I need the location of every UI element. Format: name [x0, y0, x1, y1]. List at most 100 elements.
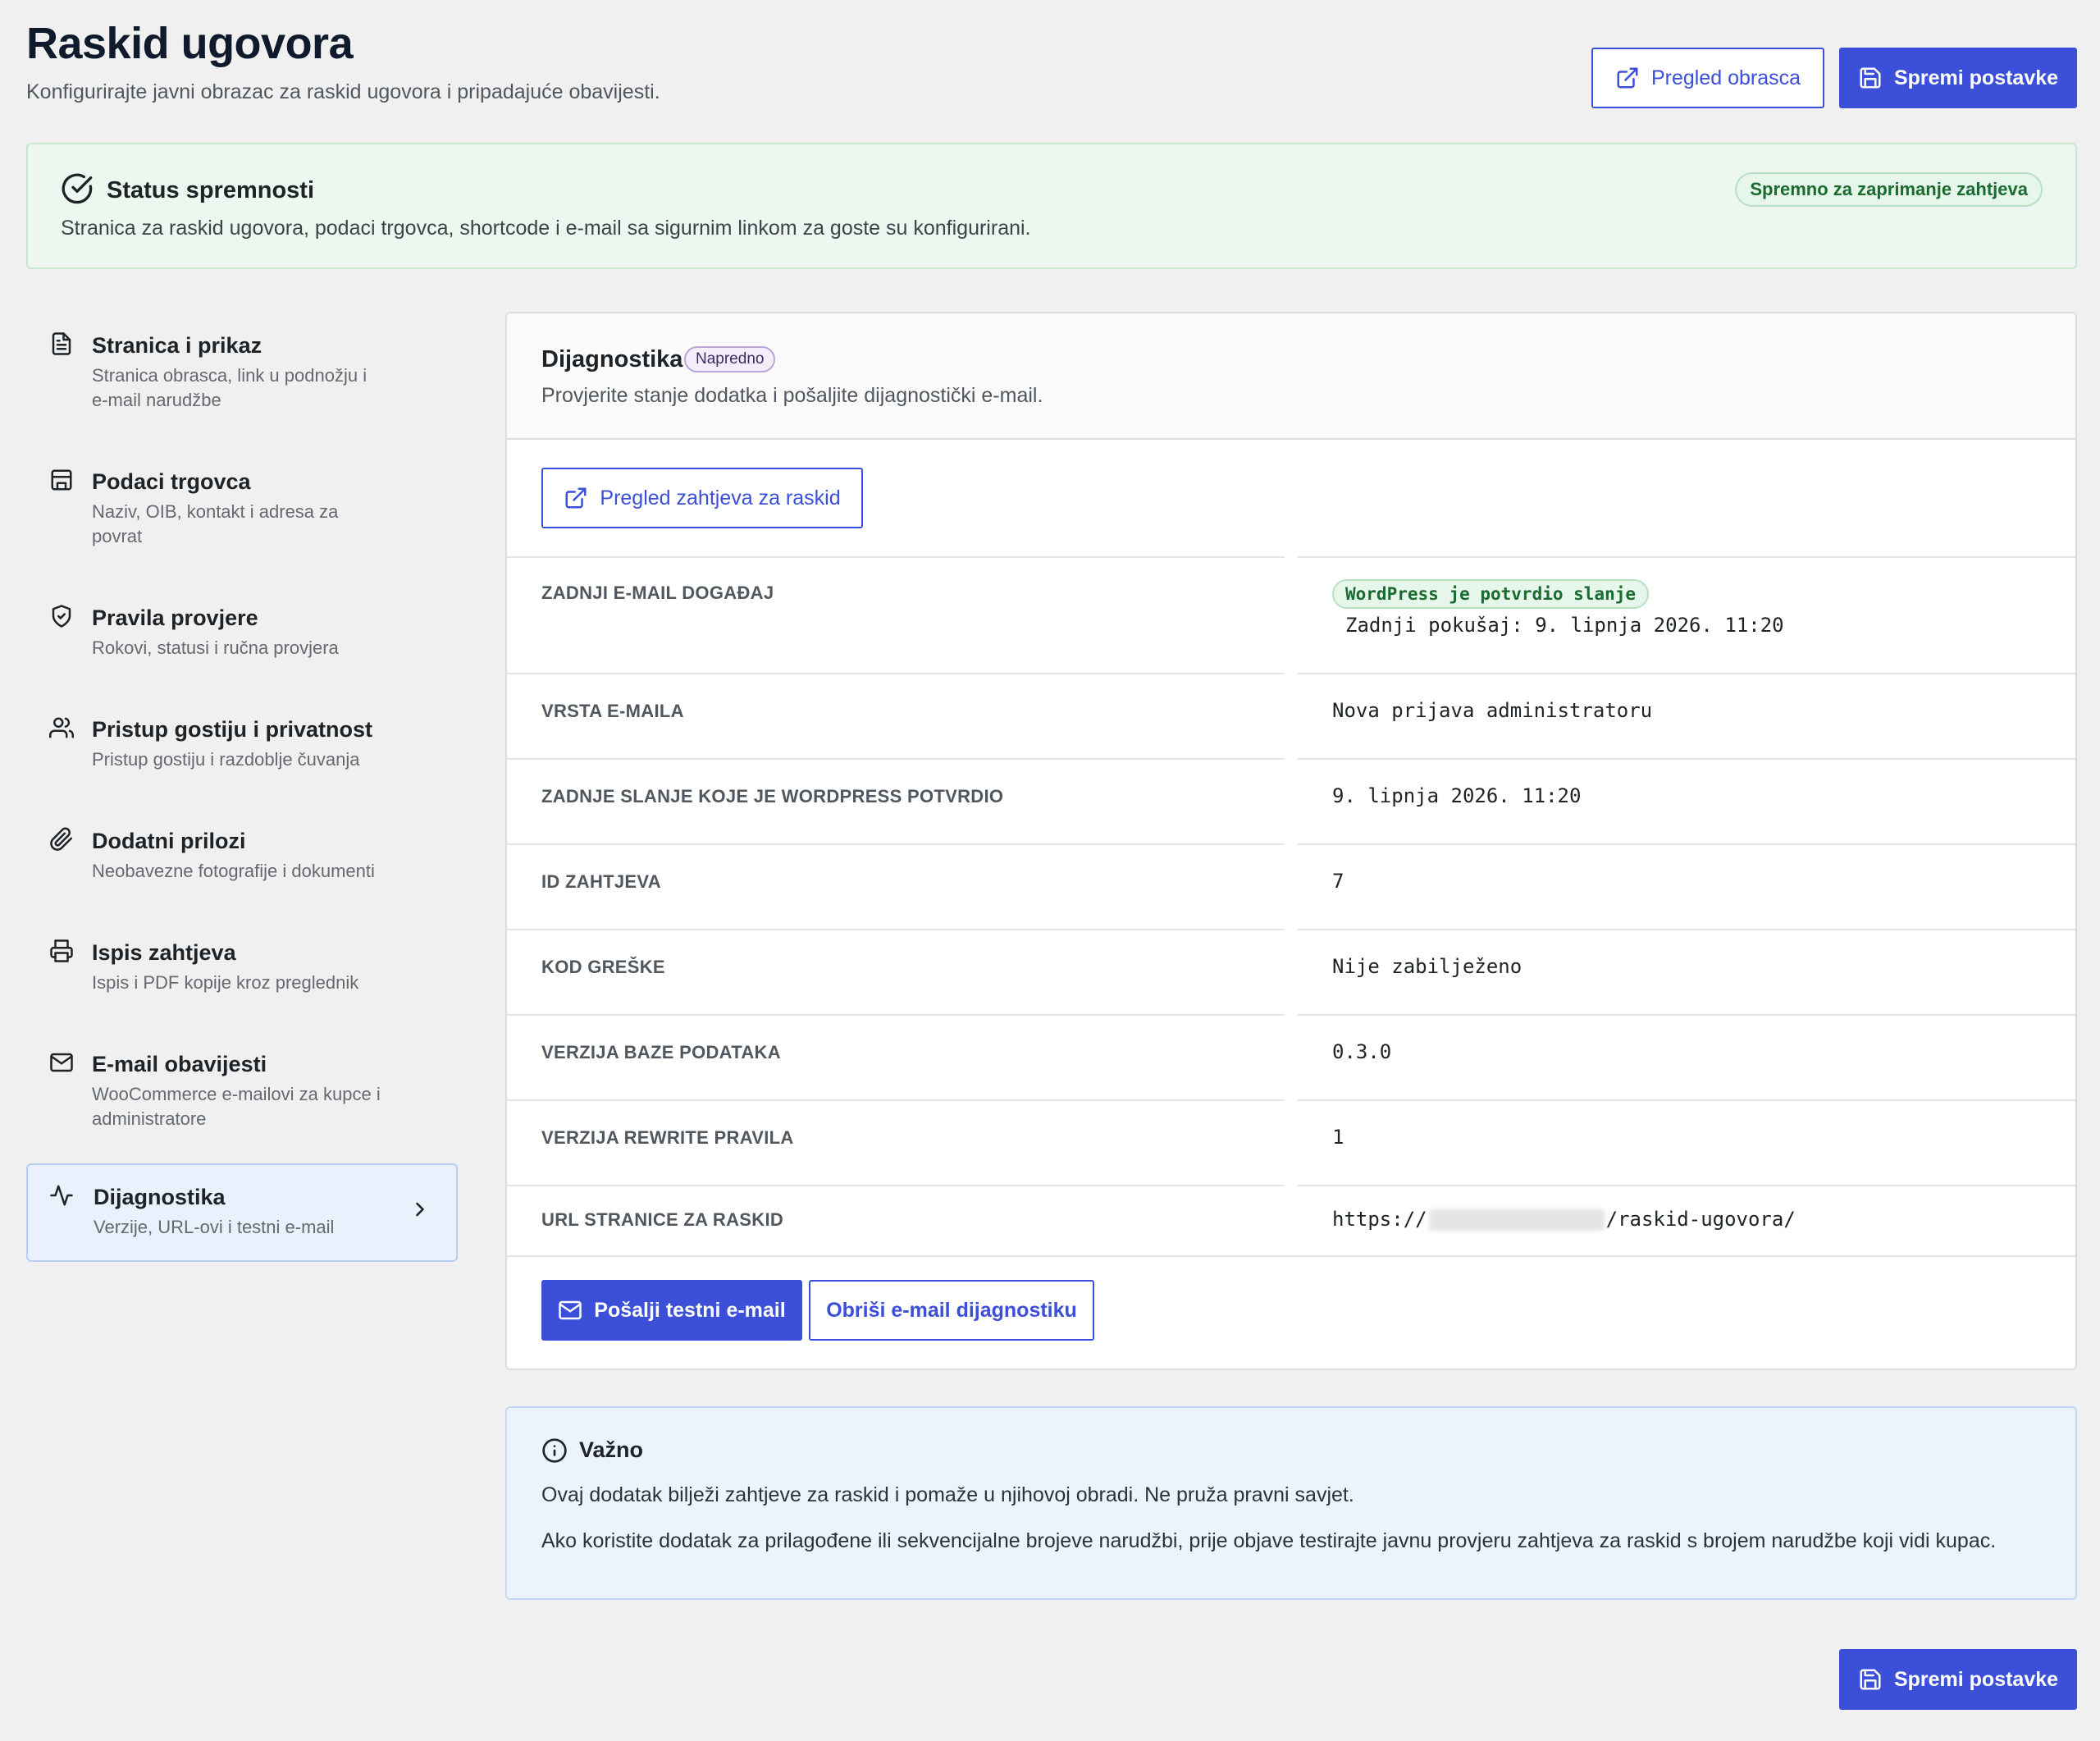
important-paragraph-2: Ako koristite dodatak za prilagođene ili… [541, 1529, 1997, 1552]
row-divider-gap [1285, 1014, 1298, 1016]
sidebar-item-desc: Neobavezne fotografije i dokumenti [92, 861, 375, 882]
table-row: URL STRANICE ZA RASKID https:// /raskid-u… [507, 1185, 2075, 1257]
table-row: ID ZAHTJEVA 7 [507, 843, 2075, 929]
sidebar-item-desc: WooCommerce e-mailovi za kupce i adminis… [92, 1084, 381, 1129]
footer-save-settings-label: Spremi postavke [1893, 1667, 2059, 1691]
paperclip-icon [50, 827, 72, 851]
sidebar-item-label: Pravila provjere [92, 605, 258, 630]
sidebar-item-label: Pristup gostiju i privatnost [92, 717, 373, 742]
send-test-email-button[interactable]: Pošalji testni e-mail [541, 1280, 802, 1341]
document-icon [52, 332, 71, 355]
table-row: ZADNJE SLANJE KOJE JE WORDPRESS POTVRDIO… [507, 758, 2075, 843]
sidebar-item-page-display[interactable]: Stranica i prikaz Stranica obrasca, link… [26, 312, 458, 423]
sidebar-item-label: Dijagnostika [94, 1185, 226, 1209]
settings-sidebar: Stranica i prikaz Stranica obrasca, link… [26, 312, 458, 1262]
row-divider-gap [1285, 556, 1298, 558]
important-title: Važno [579, 1437, 644, 1462]
last-attempt-text: Zadnji pokušaj: 9. lipnja 2026. 11:20 [1345, 614, 1784, 637]
diagnostics-subtitle: Provjerite stanje dodatka i pošaljite di… [541, 384, 1043, 407]
page-title: Raskid ugovora [26, 19, 354, 68]
row-key: VERZIJA BAZE PODATAKA [541, 1042, 781, 1062]
row-value: Nije zabilježeno [1332, 955, 1522, 978]
preview-form-button[interactable]: Pregled obrasca [1591, 48, 1824, 108]
diagnostics-card: Dijagnostika Napredno Provjerite stanje … [505, 312, 2077, 1370]
check-circle-icon [62, 173, 93, 204]
row-divider-gap [1285, 758, 1298, 760]
sidebar-item-label: Stranica i prikaz [92, 333, 262, 358]
clear-email-diagnostics-button[interactable]: Obriši e-mail dijagnostiku [809, 1280, 1094, 1341]
sidebar-item-desc: Rokovi, statusi i ručna provjera [92, 637, 339, 659]
status-text: Stranica za raskid ugovora, podaci trgov… [61, 217, 1031, 240]
sidebar-item-label: Podaci trgovca [92, 469, 251, 494]
footer-save-settings-button[interactable]: Spremi postavke [1839, 1649, 2077, 1710]
status-badge: Spremno za zaprimanje zahtjeva [1735, 172, 2043, 207]
row-key: VRSTA E-MAILA [541, 701, 684, 721]
sidebar-item-desc: Naziv, OIB, kontakt i adresa za povrat [92, 501, 339, 546]
page-subtitle: Konfigurirajte javni obrazac za raskid u… [26, 80, 660, 103]
table-row: VERZIJA REWRITE PRAVILA 1 [507, 1099, 2075, 1185]
row-divider-gap [1285, 1099, 1298, 1101]
sidebar-item-label: E-mail obavijesti [92, 1052, 267, 1076]
status-title: Status spremnosti [107, 177, 314, 203]
shield-check-icon [52, 605, 71, 628]
sidebar-item-print[interactable]: Ispis zahtjeva Ispis i PDF kopije kroz p… [26, 919, 458, 1009]
diagnostics-title: Dijagnostika [541, 346, 683, 372]
sidebar-item-guest-privacy[interactable]: Pristup gostiju i privatnost Pristup gos… [26, 696, 458, 786]
sidebar-item-diagnostics[interactable]: Dijagnostika Verzije, URL-ovi i testni e… [26, 1163, 458, 1262]
clear-email-diagnostics-label: Obriši e-mail dijagnostiku [826, 1298, 1077, 1322]
advanced-badge: Napredno [684, 346, 776, 372]
review-requests-button[interactable]: Pregled zahtjeva za raskid [541, 468, 863, 528]
row-key: ID ZAHTJEVA [541, 871, 661, 892]
row-value: WordPress je potvrdio slanje Zadnji poku… [1332, 579, 1784, 637]
row-divider-gap [1285, 929, 1298, 930]
row-value: 1 [1332, 1126, 1344, 1149]
users-icon [49, 717, 74, 738]
sidebar-item-desc: Stranica obrasca, link u podnožju i e-ma… [92, 365, 368, 410]
sidebar-item-attachments[interactable]: Dodatni prilozi Neobavezne fotografije i… [26, 807, 458, 898]
table-row: VERZIJA BAZE PODATAKA 0.3.0 [507, 1014, 2075, 1099]
sidebar-item-label: Ispis zahtjeva [92, 940, 236, 965]
save-settings-button[interactable]: Spremi postavke [1839, 48, 2077, 108]
mail-icon [559, 1300, 582, 1320]
chevron-right-icon [416, 1202, 424, 1217]
activity-icon [50, 1185, 73, 1206]
review-requests-label: Pregled zahtjeva za raskid [600, 486, 841, 510]
row-divider-gap [1285, 1185, 1298, 1186]
store-icon [51, 469, 72, 491]
sidebar-item-validation-rules[interactable]: Pravila provjere Rokovi, statusi i ručna… [26, 584, 458, 674]
row-key: ZADNJE SLANJE KOJE JE WORDPRESS POTVRDIO [541, 786, 1004, 807]
sidebar-item-email-notifications[interactable]: E-mail obavijesti WooCommerce e-mailovi … [26, 1030, 458, 1142]
external-link-icon [565, 487, 587, 509]
sidebar-item-merchant-data[interactable]: Podaci trgovca Naziv, OIB, kontakt i adr… [26, 448, 458, 560]
redacted-domain [1428, 1209, 1605, 1231]
mail-icon [50, 1053, 73, 1072]
row-key: URL STRANICE ZA RASKID [541, 1209, 784, 1230]
row-value: 7 [1332, 870, 1344, 893]
table-row: VRSTA E-MAILA Nova prijava administrator… [507, 673, 2075, 758]
sidebar-item-desc: Verzije, URL-ovi i testni e-mail [94, 1217, 335, 1238]
email-status-badge: WordPress je potvrdio slanje [1332, 579, 1650, 609]
important-paragraph-1: Ovaj dodatak bilježi zahtjeve za raskid … [541, 1483, 1354, 1506]
row-value: Nova prijava administratoru [1332, 699, 1653, 722]
table-row: ZADNJI E-MAIL DOGAĐAJ WordPress je potvr… [507, 556, 2075, 673]
row-value[interactable]: https:// /raskid-ugovora/ [1332, 1208, 1796, 1231]
row-key: KOD GREŠKE [541, 957, 665, 977]
important-notice-card: Važno Ovaj dodatak bilježi zahtjeve za r… [505, 1406, 2077, 1600]
send-test-email-label: Pošalji testni e-mail [594, 1298, 786, 1322]
sidebar-item-label: Dodatni prilozi [92, 829, 246, 853]
url-suffix: /raskid-ugovora/ [1605, 1208, 1796, 1231]
printer-icon [50, 939, 73, 962]
url-prefix: https:// [1332, 1208, 1427, 1231]
diagnostics-header: Dijagnostika Napredno Provjerite stanje … [507, 313, 2075, 440]
sidebar-item-desc: Pristup gostiju i razdoblje čuvanja [92, 749, 360, 770]
row-key: VERZIJA REWRITE PRAVILA [541, 1127, 794, 1148]
row-value: 0.3.0 [1332, 1040, 1392, 1063]
row-divider-gap [1285, 843, 1298, 845]
save-icon [1860, 67, 1881, 89]
info-icon [542, 1438, 567, 1463]
row-value: 9. lipnja 2026. 11:20 [1332, 784, 1582, 807]
save-settings-label: Spremi postavke [1893, 66, 2059, 89]
save-icon [1860, 1669, 1881, 1690]
readiness-status-card: Status spremnosti Stranica za raskid ugo… [26, 143, 2077, 269]
table-row: KOD GREŠKE Nije zabilježeno [507, 929, 2075, 1014]
